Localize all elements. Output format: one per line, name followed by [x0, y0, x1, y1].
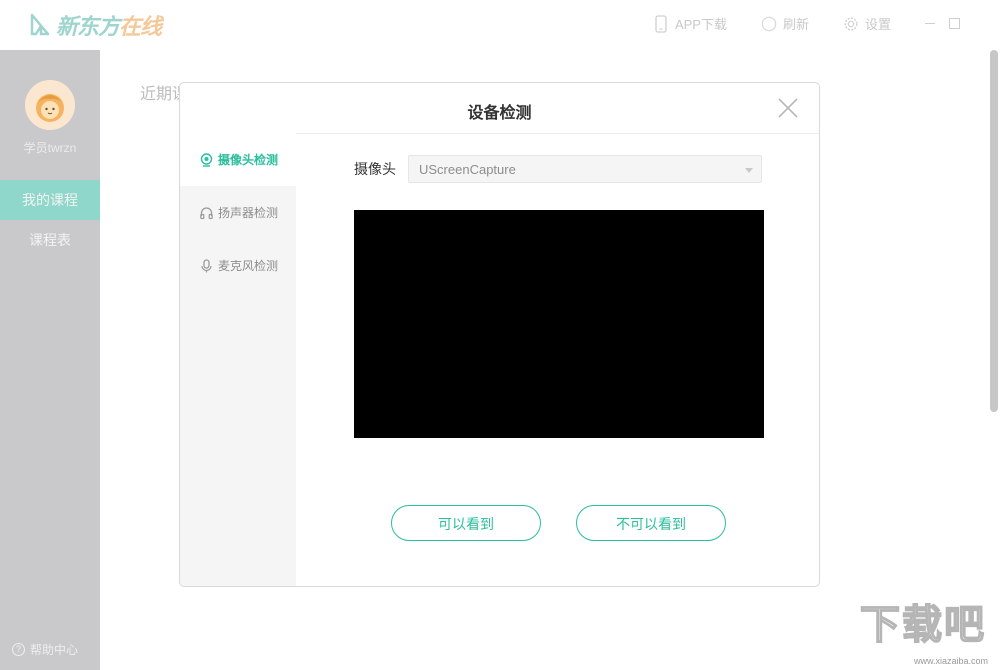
avatar-icon — [25, 80, 75, 130]
scrollbar[interactable] — [990, 50, 998, 412]
logo-text: 新东方在线 — [56, 9, 162, 41]
watermark: 下载吧 www.xiazaiba.com — [856, 602, 996, 668]
chevron-down-icon — [745, 168, 753, 173]
tab-microphone-check[interactable]: 麦克风检测 — [180, 239, 296, 292]
minimize-button[interactable] — [925, 23, 935, 24]
logo-brand-main: 新东方 — [56, 14, 120, 39]
watermark-url: www.xiazaiba.com — [913, 656, 988, 666]
can-see-button[interactable]: 可以看到 — [391, 505, 541, 541]
avatar[interactable] — [25, 80, 75, 130]
camera-preview — [354, 210, 764, 438]
device-check-modal: 设备检测 摄像头检测 扬声器检测 麦克风检测 摄像头 UScreenCaptur… — [179, 82, 820, 587]
camera-icon — [200, 152, 213, 167]
header-toolbar: APP下载 刷新 设置 — [653, 14, 960, 33]
tab-microphone-label: 麦克风检测 — [218, 259, 279, 273]
watermark-text: 下载吧 — [859, 602, 986, 648]
logo-icon — [30, 13, 50, 36]
top-bar: 新东方在线 APP下载 刷新 设置 — [0, 0, 1000, 50]
app-logo: 新东方在线 — [30, 8, 162, 42]
help-center-link[interactable]: ? 帮助中心 — [12, 641, 78, 658]
app-download-label: APP下载 — [674, 17, 727, 32]
help-center-label: 帮助中心 — [30, 643, 79, 657]
modal-header: 设备检测 — [180, 83, 819, 134]
tab-speaker-label: 扬声器检测 — [218, 206, 279, 220]
headphones-icon — [200, 206, 213, 219]
modal-title: 设备检测 — [467, 105, 532, 122]
settings-button[interactable]: 设置 — [843, 14, 891, 33]
maximize-button[interactable] — [949, 18, 960, 29]
tab-camera-label: 摄像头检测 — [218, 153, 279, 167]
camera-select-row: 摄像头 UScreenCapture — [354, 155, 762, 183]
microphone-icon — [201, 258, 212, 272]
nav-schedule[interactable]: 课程表 — [0, 220, 100, 260]
gear-icon — [844, 17, 858, 30]
camera-select[interactable]: UScreenCapture — [408, 155, 762, 183]
refresh-button[interactable]: 刷新 — [761, 14, 809, 33]
nav-my-courses[interactable]: 我的课程 — [0, 180, 100, 220]
refresh-icon — [761, 16, 777, 31]
settings-label: 设置 — [864, 17, 891, 32]
cannot-see-button[interactable]: 不可以看到 — [576, 505, 726, 541]
tab-speaker-check[interactable]: 扬声器检测 — [180, 186, 296, 239]
app-download-button[interactable]: APP下载 — [653, 14, 727, 33]
sidebar: 学员twrzn 我的课程 课程表 ? 帮助中心 — [0, 50, 100, 670]
modal-tab-list: 摄像头检测 扬声器检测 麦克风检测 — [180, 133, 296, 586]
phone-icon — [655, 14, 667, 33]
help-icon: ? — [12, 643, 25, 656]
camera-select-value: UScreenCapture — [419, 162, 516, 177]
window-controls — [925, 18, 960, 29]
tab-camera-check[interactable]: 摄像头检测 — [180, 133, 296, 186]
username: 学员twrzn — [23, 141, 77, 155]
refresh-label: 刷新 — [782, 17, 809, 32]
camera-label: 摄像头 — [354, 161, 396, 177]
logo-brand-accent: 在线 — [119, 14, 162, 39]
close-icon[interactable] — [777, 97, 799, 119]
